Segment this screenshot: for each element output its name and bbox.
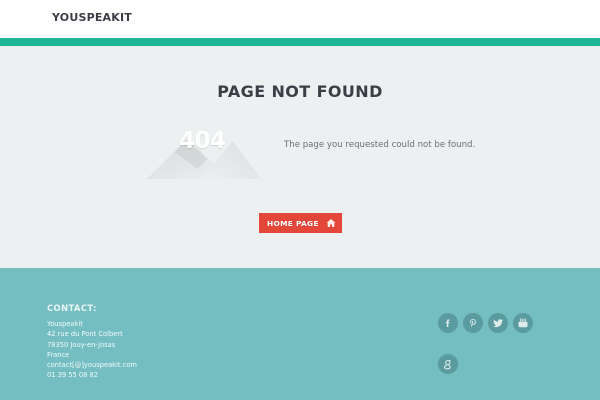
- contact-street: 42 rue du Pont Colbert: [47, 330, 123, 339]
- contact-phone: 01 39 55 08 82: [47, 371, 99, 380]
- contact-company: Youspeakit: [47, 320, 83, 328]
- error-message: The page you requested could not be foun…: [284, 140, 476, 150]
- google-plus-link[interactable]: [438, 354, 458, 374]
- home-icon: [326, 219, 336, 227]
- site-logo[interactable]: YOUSPEAKIT: [52, 11, 132, 24]
- site-header: YOUSPEAKIT: [0, 0, 600, 38]
- pinterest-link[interactable]: [463, 313, 483, 333]
- contact-heading: CONTACT:: [47, 303, 97, 313]
- twitter-link[interactable]: [488, 313, 508, 333]
- youtube-icon: [518, 318, 528, 328]
- contact-email[interactable]: contact[@]youspeakit.com: [47, 360, 137, 370]
- facebook-icon: [446, 319, 450, 327]
- error-code: 404: [179, 128, 226, 154]
- main-content: PAGE NOT FOUND 404 The page you requeste…: [0, 46, 600, 268]
- google-plus-icon: [444, 359, 451, 369]
- page-title: PAGE NOT FOUND: [217, 82, 383, 101]
- facebook-link[interactable]: [438, 313, 458, 333]
- contact-country: France: [47, 350, 70, 359]
- twitter-icon: [492, 319, 503, 328]
- contact-info: Youspeakit 42 rue du Pont Colbert 78350 …: [47, 319, 137, 381]
- accent-bar: [0, 38, 600, 46]
- youtube-link[interactable]: [513, 313, 533, 333]
- home-page-button-label: HOME PAGE: [267, 218, 319, 228]
- contact-city: 78350 Jouy-en-Josas: [47, 340, 116, 349]
- site-footer: CONTACT: Youspeakit 42 rue du Pont Colbe…: [0, 268, 600, 400]
- error-illustration: 404: [145, 124, 263, 182]
- pinterest-icon: [470, 319, 476, 327]
- home-page-button[interactable]: HOME PAGE: [259, 213, 342, 233]
